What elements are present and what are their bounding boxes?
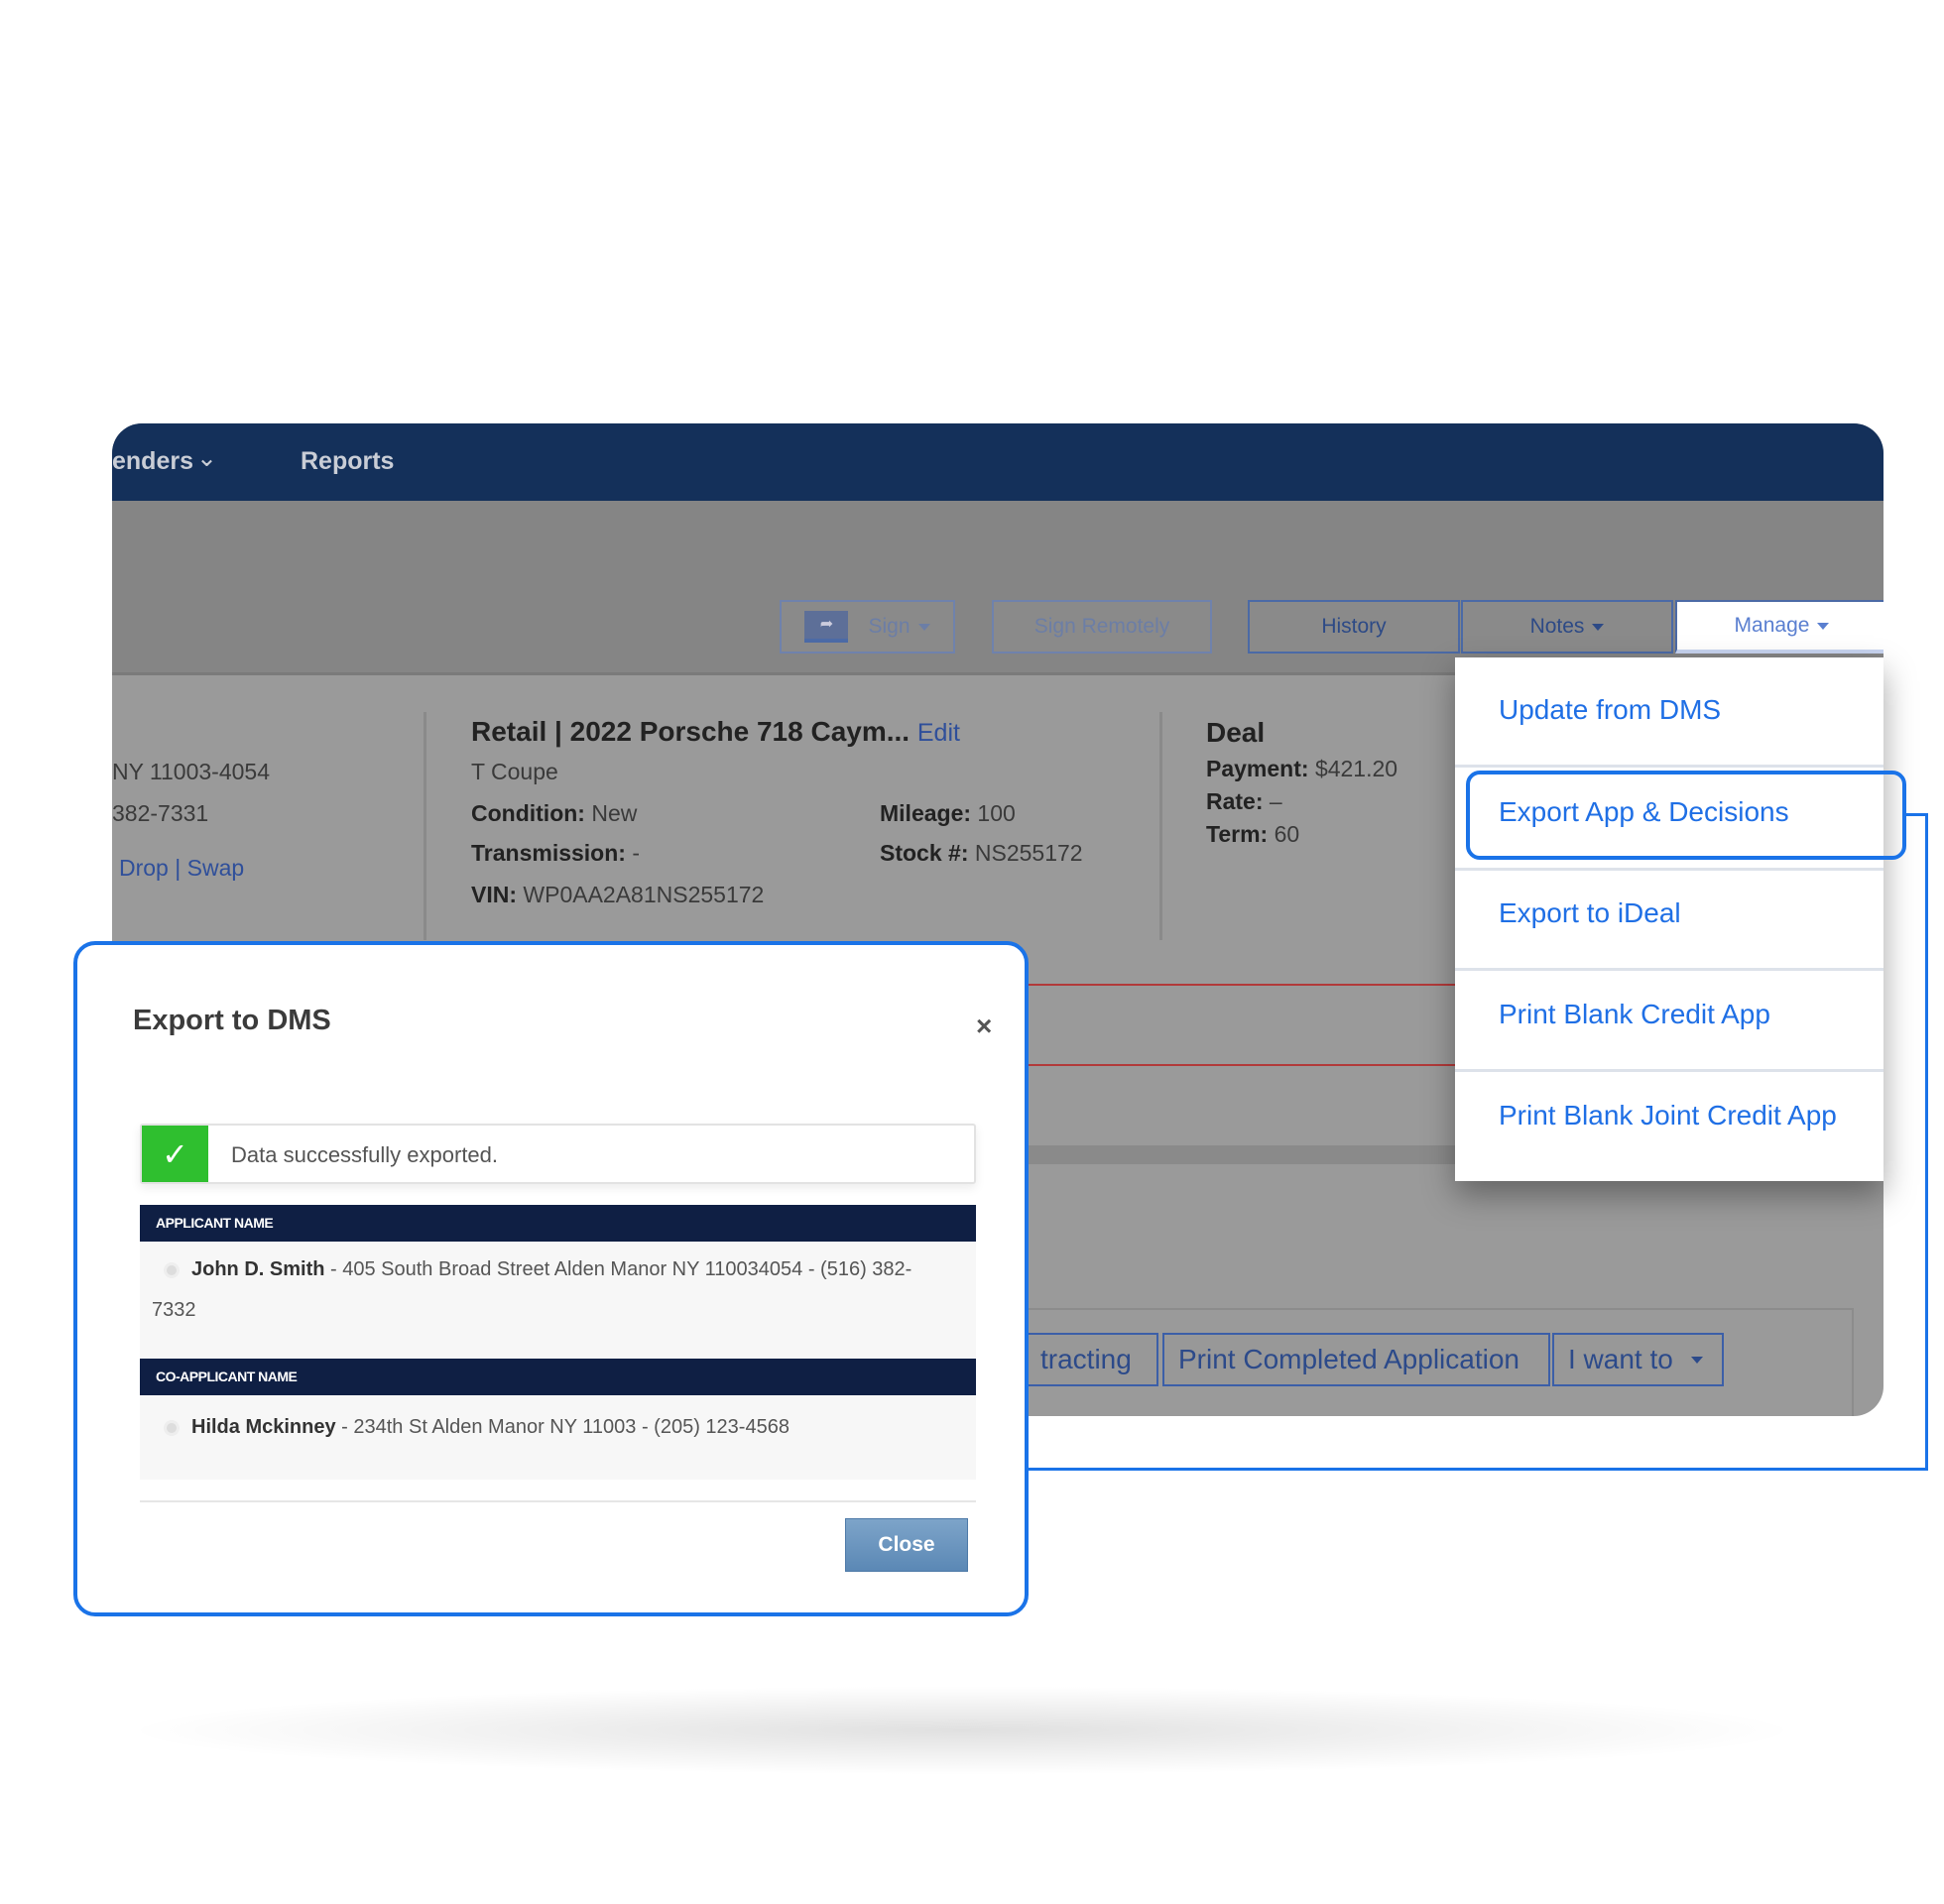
caret-down-icon xyxy=(917,623,930,631)
payment: Payment: $421.20 xyxy=(1206,756,1398,781)
mileage: Mileage: 100 xyxy=(880,800,1016,826)
stock-number: Stock #: NS255172 xyxy=(880,840,1083,866)
highlight-box xyxy=(1466,771,1906,860)
notes-button[interactable]: Notes xyxy=(1461,600,1673,654)
menu-divider xyxy=(1455,868,1883,871)
toolbar: ➦ Sign Sign Remotely History Notes Manag… xyxy=(112,501,1883,675)
modal-divider xyxy=(140,1500,976,1502)
divider xyxy=(424,712,426,940)
history-button[interactable]: History xyxy=(1248,600,1460,654)
vehicle-title: Retail | 2022 Porsche 718 Caym... Edit xyxy=(471,716,960,747)
i-want-to-button[interactable]: I want to xyxy=(1552,1333,1724,1386)
print-completed-application-button[interactable]: Print Completed Application xyxy=(1162,1333,1550,1386)
vehicle-trim: T Coupe xyxy=(471,759,558,784)
menu-item-update-from-dms[interactable]: Update from DMS xyxy=(1499,694,1721,726)
transmission: Transmission: - xyxy=(471,840,640,866)
menu-divider xyxy=(1455,1069,1883,1072)
customer-address: NY 11003-4054 xyxy=(112,759,271,784)
vin: VIN: WP0AA2A81NS255172 xyxy=(471,882,765,907)
chevron-down-icon[interactable]: ⌄ xyxy=(196,443,217,473)
coapplicant-row: Hilda Mckinney - 234th St Alden Manor NY… xyxy=(140,1395,976,1480)
success-message: Data successfully exported. xyxy=(231,1142,499,1167)
condition: Condition: New xyxy=(471,800,638,826)
customer-phone: 382-7331 xyxy=(112,800,209,826)
success-alert: ✓ Data successfully exported. xyxy=(140,1124,976,1184)
nav-lenders[interactable]: enders xyxy=(112,447,193,476)
drop-link[interactable]: Drop xyxy=(119,855,169,881)
export-to-dms-modal: Export to DMS × ✓ Data successfully expo… xyxy=(73,941,1029,1616)
coapplicant-radio[interactable] xyxy=(164,1419,180,1436)
checkmark-icon: ✓ xyxy=(142,1126,208,1182)
caret-down-icon xyxy=(1817,622,1830,630)
menu-item-export-to-ideal[interactable]: Export to iDeal xyxy=(1499,897,1681,929)
coapplicant-header: CO-APPLICANT NAME xyxy=(140,1359,976,1395)
menu-item-print-blank-credit-app[interactable]: Print Blank Credit App xyxy=(1499,999,1770,1030)
swap-link[interactable]: Swap xyxy=(187,855,245,881)
close-icon[interactable]: × xyxy=(976,1011,992,1042)
rate: Rate: – xyxy=(1206,788,1282,814)
menu-divider xyxy=(1455,968,1883,971)
close-button[interactable]: Close xyxy=(845,1518,968,1572)
sign-remotely-button[interactable]: Sign Remotely xyxy=(992,600,1212,654)
contracting-button[interactable]: tracting xyxy=(1025,1333,1158,1386)
modal-title: Export to DMS xyxy=(133,1005,331,1036)
connector-line xyxy=(1029,1468,1911,1471)
menu-item-print-blank-joint-credit-app[interactable]: Print Blank Joint Credit App xyxy=(1499,1100,1837,1131)
caret-down-icon xyxy=(1592,623,1605,631)
edit-link[interactable]: Edit xyxy=(917,719,960,747)
caret-down-icon xyxy=(1690,1356,1703,1364)
top-navbar: enders ⌄ Reports xyxy=(112,423,1883,501)
signature-icon: ➦ xyxy=(804,611,849,643)
manage-button[interactable]: Manage xyxy=(1675,600,1883,654)
deal-title: Deal xyxy=(1206,717,1266,748)
applicant-radio[interactable] xyxy=(164,1261,180,1278)
drop-shadow xyxy=(119,1686,1805,1775)
sign-button[interactable]: ➦ Sign xyxy=(780,600,955,654)
divider xyxy=(1159,712,1162,940)
manage-dropdown-menu: Update from DMS Export App & Decisions E… xyxy=(1455,657,1883,1181)
nav-reports[interactable]: Reports xyxy=(301,447,394,476)
menu-divider xyxy=(1455,765,1883,768)
applicant-header: APPLICANT NAME xyxy=(140,1205,976,1242)
applicant-row: John D. Smith - 405 South Broad Street A… xyxy=(140,1242,976,1359)
connector-line xyxy=(1906,813,1928,1471)
term: Term: 60 xyxy=(1206,821,1300,847)
